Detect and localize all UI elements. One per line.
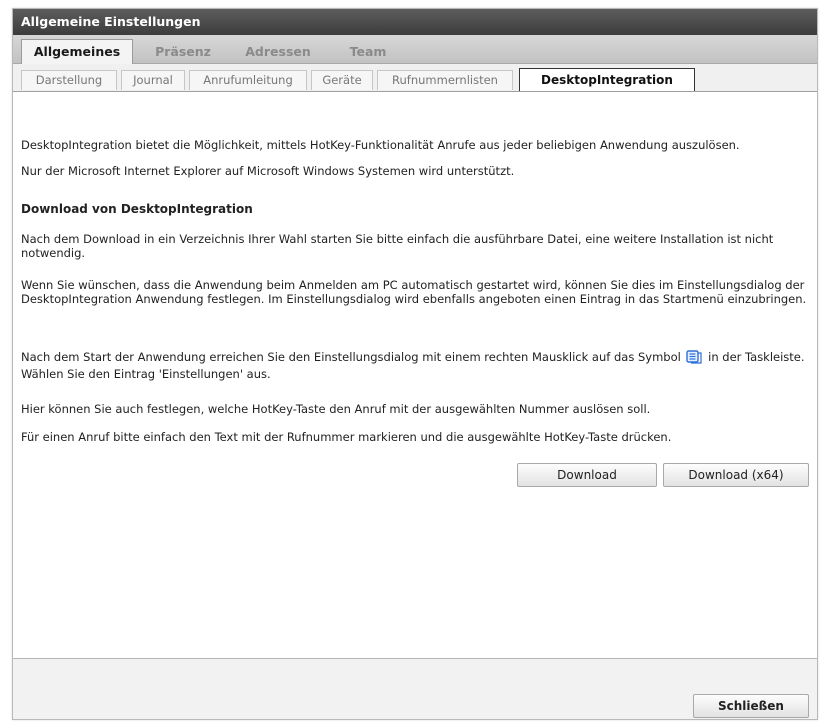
tab-rufnummernlisten[interactable]: Rufnummernlisten [377, 70, 513, 90]
download-button[interactable]: Download [517, 463, 657, 487]
tab-adressen[interactable]: Adressen [233, 41, 323, 63]
tab-desktopintegration[interactable]: DesktopIntegration [519, 68, 695, 91]
sub-tab-bar: Darstellung Journal Anrufumleitung Gerät… [13, 64, 817, 92]
tab-allgemeines[interactable]: Allgemeines [21, 39, 133, 65]
main-tab-bar: Allgemeines Präsenz Adressen Team [13, 35, 817, 65]
tab-darstellung[interactable]: Darstellung [21, 70, 117, 90]
tab-journal[interactable]: Journal [121, 70, 185, 90]
tab-praesenz[interactable]: Präsenz [143, 41, 223, 63]
settings-dialog: Allgemeine Einstellungen Allgemeines Prä… [12, 8, 818, 720]
tab-anrufumleitung[interactable]: Anrufumleitung [189, 70, 307, 90]
intro-text-2: Nur der Microsoft Internet Explorer auf … [21, 164, 515, 178]
dialog-footer: Schließen [13, 659, 817, 719]
desktop-integration-tray-icon [686, 350, 703, 367]
download-x64-button[interactable]: Download (x64) [663, 463, 809, 487]
download-paragraph-5: Für einen Anruf bitte einfach den Text m… [21, 430, 672, 444]
tab-team[interactable]: Team [333, 41, 403, 63]
tab-geraete[interactable]: Geräte [311, 70, 373, 90]
download-paragraph-4: Hier können Sie auch festlegen, welche H… [21, 402, 651, 416]
download-heading: Download von DesktopIntegration [21, 202, 253, 216]
desktop-integration-panel: DesktopIntegration bietet die Möglichkei… [13, 92, 817, 652]
paragraph-3-start: Nach dem Start der Anwendung erreichen S… [21, 350, 681, 364]
download-paragraph-1: Nach dem Download in ein Verzeichnis Ihr… [21, 232, 774, 260]
close-button[interactable]: Schließen [693, 694, 809, 718]
dialog-title: Allgemeine Einstellungen [13, 9, 817, 35]
download-paragraph-2: Wenn Sie wünschen, dass die Anwendung be… [21, 278, 807, 306]
download-paragraph-3: Nach dem Start der Anwendung erreichen S… [21, 350, 809, 381]
intro-text-1: DesktopIntegration bietet die Möglichkei… [21, 138, 740, 152]
